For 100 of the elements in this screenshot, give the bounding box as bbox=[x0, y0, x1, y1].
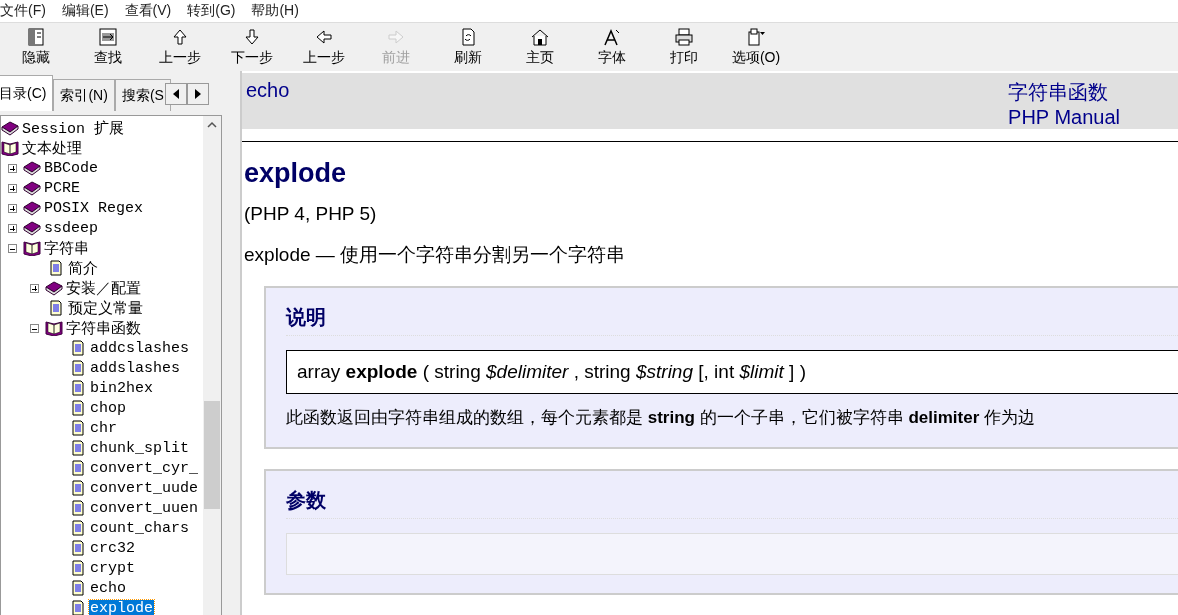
open-book-icon bbox=[45, 320, 63, 336]
page-icon bbox=[69, 400, 87, 416]
page-icon bbox=[69, 540, 87, 556]
tab[interactable]: 搜索(S bbox=[114, 79, 171, 111]
toolbar-button[interactable]: 上一步 bbox=[144, 23, 216, 71]
tab[interactable]: 目录(C) bbox=[0, 75, 54, 111]
toolbar-button[interactable]: 刷新 bbox=[432, 23, 504, 71]
left-arrow-icon bbox=[171, 89, 180, 99]
toolbar-icon bbox=[314, 27, 334, 47]
tree-item[interactable]: 预定义常量 bbox=[67, 298, 144, 318]
open-book-icon bbox=[1, 140, 19, 156]
tree-item[interactable]: echo bbox=[89, 579, 127, 597]
tab[interactable]: 索引(N) bbox=[53, 79, 115, 111]
book-icon bbox=[23, 160, 41, 176]
page-icon bbox=[47, 300, 65, 316]
page-icon bbox=[47, 260, 65, 276]
page-icon bbox=[69, 340, 87, 356]
tree-item[interactable]: explode bbox=[89, 599, 154, 615]
section-heading: 说明 bbox=[286, 304, 1178, 336]
tree-item[interactable]: addcslashes bbox=[89, 339, 191, 357]
expand-button[interactable] bbox=[30, 283, 39, 293]
tree-item[interactable]: POSIX Regex bbox=[43, 199, 145, 217]
tree-item[interactable]: crypt bbox=[89, 559, 136, 577]
toolbar-icon bbox=[98, 27, 118, 47]
toolbar-button[interactable]: 字体 bbox=[576, 23, 648, 71]
page-icon bbox=[69, 360, 87, 376]
scrollbar[interactable] bbox=[203, 116, 221, 615]
tree-item[interactable]: convert_uude bbox=[89, 479, 200, 497]
tree-item[interactable]: chr bbox=[89, 419, 118, 437]
tree-item[interactable]: BBCode bbox=[43, 159, 99, 177]
right-arrow-icon bbox=[193, 89, 202, 99]
prev-link[interactable]: echo bbox=[246, 79, 290, 129]
toolbar-button[interactable]: 下一步 bbox=[216, 23, 288, 71]
page-icon bbox=[69, 380, 87, 396]
function-name: explode bbox=[244, 244, 311, 265]
tree-item[interactable]: 简介 bbox=[67, 258, 99, 278]
tree-item[interactable]: 字符串函数 bbox=[65, 318, 142, 338]
toolbar-button[interactable]: 隐藏 bbox=[0, 23, 72, 71]
expand-button[interactable] bbox=[8, 223, 17, 233]
tree-item[interactable]: bin2hex bbox=[89, 379, 154, 397]
version-info: (PHP 4, PHP 5) bbox=[244, 203, 378, 225]
menu-item[interactable]: 查看(V) bbox=[116, 2, 180, 20]
book-icon bbox=[1, 120, 19, 136]
toolbar-icon bbox=[602, 27, 622, 47]
page-icon bbox=[69, 420, 87, 436]
book-icon bbox=[23, 220, 41, 236]
tree-item[interactable]: 字符串 bbox=[43, 238, 90, 258]
tree-item[interactable]: 文本处理 bbox=[21, 138, 83, 158]
collapse-button[interactable] bbox=[8, 243, 17, 253]
scroll-left-button[interactable] bbox=[164, 83, 187, 105]
book-icon bbox=[23, 200, 41, 216]
open-book-icon bbox=[23, 240, 41, 256]
toolbar-icon bbox=[242, 27, 262, 47]
toolbar-button[interactable]: 主页 bbox=[504, 23, 576, 71]
tree-item[interactable]: addslashes bbox=[89, 359, 181, 377]
expand-button[interactable] bbox=[8, 163, 17, 173]
page-icon bbox=[69, 560, 87, 576]
tree-item[interactable]: count_chars bbox=[89, 519, 191, 537]
manual-link[interactable]: PHP Manual bbox=[1008, 106, 1120, 129]
menu-item[interactable]: 转到(G) bbox=[179, 2, 244, 20]
tree-item[interactable]: 安装／配置 bbox=[65, 278, 142, 298]
menu-item[interactable]: 帮助(H) bbox=[243, 2, 307, 20]
book-icon bbox=[45, 280, 63, 296]
section-heading: 参数 bbox=[286, 487, 1178, 519]
toolbar-icon bbox=[746, 27, 766, 47]
toolbar-icon bbox=[170, 27, 190, 47]
tree-item[interactable]: chop bbox=[89, 399, 127, 417]
page-icon bbox=[69, 500, 87, 516]
page-title: explode bbox=[244, 158, 348, 189]
tree-item[interactable]: convert_uuen bbox=[89, 499, 200, 517]
toolbar-icon bbox=[26, 27, 46, 47]
tree-item[interactable]: PCRE bbox=[43, 179, 81, 197]
expand-button[interactable] bbox=[8, 183, 17, 193]
up-link[interactable]: 字符串函数 bbox=[1008, 79, 1120, 106]
toolbar-button[interactable]: 上一步 bbox=[288, 23, 360, 71]
page-icon bbox=[69, 600, 87, 615]
function-purpose: — 使用一个字符串分割另一个字符串 bbox=[315, 244, 626, 265]
page-icon bbox=[69, 480, 87, 496]
toolbar-icon bbox=[674, 27, 694, 47]
expand-button[interactable] bbox=[8, 203, 17, 213]
toolbar-button[interactable]: 打印 bbox=[648, 23, 720, 71]
toolbar-icon bbox=[530, 27, 550, 47]
method-synopsis: array explode ( string $delimiter , string $string [, int $limit ] ) bbox=[286, 350, 1178, 394]
scrollbar-thumb[interactable] bbox=[204, 401, 220, 509]
tree-item[interactable]: chunk_split bbox=[89, 439, 191, 457]
menu-item[interactable]: 编辑(E) bbox=[53, 2, 117, 20]
tree-item[interactable]: crc32 bbox=[89, 539, 136, 557]
page-icon bbox=[69, 460, 87, 476]
collapse-button[interactable] bbox=[30, 323, 39, 333]
scroll-right-button[interactable] bbox=[186, 83, 209, 105]
toolbar-button[interactable]: 查找 bbox=[72, 23, 144, 71]
tree-item[interactable]: ssdeep bbox=[43, 219, 99, 237]
menu-item[interactable]: 文件(F) bbox=[0, 2, 54, 20]
toolbar-button[interactable]: 选项(O) bbox=[720, 23, 792, 71]
page-icon bbox=[69, 440, 87, 456]
tree-item[interactable]: Session 扩展 bbox=[21, 118, 125, 138]
page-icon bbox=[69, 580, 87, 596]
book-icon bbox=[23, 180, 41, 196]
tree-item[interactable]: convert_cyr_ bbox=[89, 459, 200, 477]
description-text: 此函数返回由字符串组成的数组，每个元素都是 string 的一个子串，它们被字符串 delimiter 作为边 bbox=[286, 407, 1036, 429]
